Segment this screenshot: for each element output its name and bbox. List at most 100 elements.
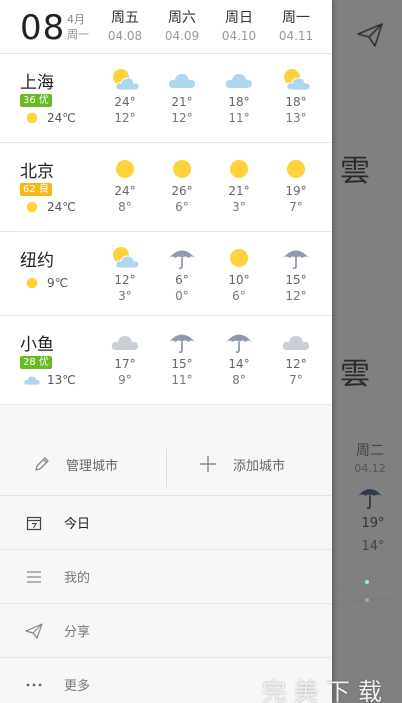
forecast-icon-wrap <box>167 68 197 92</box>
current-temp: 13℃ <box>47 373 76 387</box>
forecast-cell: 19° 7° <box>276 157 316 215</box>
forecast-day-header: 周一 04.11 <box>271 9 321 45</box>
cloud-icon <box>24 376 40 385</box>
forecast-cell: 15° 11° <box>162 330 202 388</box>
forecast-icon-wrap <box>167 330 197 354</box>
city-row[interactable]: 上海 36 优 24℃ 24° 12° 21° 12° 18° 11° 18° 13° <box>0 54 332 143</box>
forecast-high-temp: 26° <box>171 184 193 198</box>
current-temp: 24℃ <box>47 111 76 125</box>
forecast-cell: 24° 8° <box>105 157 145 215</box>
cloud-icon <box>225 74 252 88</box>
share-icon[interactable] <box>355 20 385 50</box>
forecast-high-temp: 19° <box>285 184 307 198</box>
forecast-icon-wrap <box>281 157 311 181</box>
forecast-low-temp: 3° <box>118 289 132 303</box>
city-name: 纽约 <box>20 251 54 271</box>
add-city-button[interactable]: 添加城市 <box>199 451 285 477</box>
calendar-icon <box>24 515 44 531</box>
forecast-icon-wrap <box>110 157 140 181</box>
current-temp: 9℃ <box>47 276 69 290</box>
aqi-badge: 62 良 <box>20 183 52 196</box>
umbrella-icon <box>283 250 309 270</box>
forecast-cell: 24° 12° <box>105 68 145 126</box>
menu-item-label: 分享 <box>64 625 91 640</box>
forecast-low-temp: 12° <box>171 111 193 125</box>
background-low-temp: 14° <box>361 539 385 554</box>
forecast-low-temp: 11° <box>228 111 250 125</box>
forecast-high-temp: 18° <box>285 95 307 109</box>
menu-lines-icon <box>24 570 44 584</box>
forecast-high-temp: 17° <box>114 357 136 371</box>
forecast-cell: 18° 11° <box>219 68 259 126</box>
forecast-low-temp: 11° <box>171 373 193 387</box>
forecast-weekday: 周一 <box>282 10 310 26</box>
partly-cloudy-icon <box>113 247 140 269</box>
city-row[interactable]: 北京 62 良 24℃ 24° 8° 26° 6° 21° 3° 19° 7° <box>0 143 332 232</box>
forecast-icon-wrap <box>281 68 311 92</box>
forecast-low-temp: 6° <box>175 200 189 214</box>
forecast-cell: 26° 6° <box>162 157 202 215</box>
forecast-icon-wrap <box>281 246 311 270</box>
forecast-low-temp: 9° <box>118 373 132 387</box>
menu-item-today[interactable]: 今日 <box>0 496 332 550</box>
sun-icon <box>287 160 305 178</box>
forecast-low-temp: 12° <box>114 111 136 125</box>
forecast-low-temp: 8° <box>232 373 246 387</box>
sun-icon <box>230 160 248 178</box>
sun-icon <box>173 160 191 178</box>
forecast-weekday: 周六 <box>168 10 196 26</box>
forecast-icon-wrap <box>110 246 140 270</box>
forecast-weekday: 周五 <box>111 10 139 26</box>
forecast-cell: 12° 7° <box>276 330 316 388</box>
pencil-icon <box>35 457 49 471</box>
forecast-date: 04.08 <box>107 29 143 43</box>
forecast-icon-wrap <box>224 157 254 181</box>
forecast-cell: 21° 12° <box>162 68 202 126</box>
sun-icon <box>230 249 248 267</box>
forecast-icon-wrap <box>224 246 254 270</box>
forecast-low-temp: 6° <box>232 289 246 303</box>
forecast-high-temp: 14° <box>228 357 250 371</box>
today-month: 4月 <box>67 13 85 26</box>
forecast-low-temp: 12° <box>285 289 307 303</box>
menu-item-label: 我的 <box>64 571 91 586</box>
menu-item-label: 更多 <box>64 679 91 694</box>
forecast-cell: 18° 13° <box>276 68 316 126</box>
forecast-icon-wrap <box>281 330 311 354</box>
forecast-low-temp: 7° <box>289 200 303 214</box>
forecast-icon-wrap <box>110 330 140 354</box>
city-actions-bar: 管理城市 添加城市 <box>0 433 332 496</box>
city-drawer: 08 4月 周一 周五 04.08 周六 04.09 周日 04.10 周一 0… <box>0 0 332 703</box>
forecast-cell: 15° 12° <box>276 246 316 304</box>
forecast-high-temp: 15° <box>285 273 307 287</box>
forecast-high-temp: 18° <box>228 95 250 109</box>
manage-cities-button[interactable]: 管理城市 <box>34 451 118 477</box>
partly-cloudy-icon <box>284 69 311 91</box>
forecast-low-temp: 8° <box>118 200 132 214</box>
forecast-date: 04.09 <box>164 29 200 43</box>
today-weekday: 周一 <box>67 28 89 41</box>
city-row[interactable]: 纽约 9℃ 12° 3° 6° 0° 10° 6° 15° 12° <box>0 232 332 316</box>
forecast-day-header: 周日 04.10 <box>214 9 264 45</box>
sun-icon <box>116 160 134 178</box>
forecast-weekday: 周日 <box>225 10 253 26</box>
menu-item-mine[interactable]: 我的 <box>0 550 332 604</box>
background-high-temp: 19° <box>361 516 385 531</box>
forecast-cell: 10° 6° <box>219 246 259 304</box>
sun-icon <box>26 277 38 289</box>
list-spacer <box>0 405 332 433</box>
watermark: 完美下载 <box>262 678 390 703</box>
menu-item-share[interactable]: 分享 <box>0 604 332 658</box>
forecast-high-temp: 12° <box>285 357 307 371</box>
sun-icon <box>26 112 38 124</box>
forecast-high-temp: 24° <box>114 184 136 198</box>
add-city-label: 添加城市 <box>233 458 286 474</box>
forecast-high-temp: 21° <box>171 95 193 109</box>
drawer-header: 08 4月 周一 周五 04.08 周六 04.09 周日 04.10 周一 0… <box>0 0 332 54</box>
forecast-low-temp: 0° <box>175 289 189 303</box>
forecast-low-temp: 7° <box>289 373 303 387</box>
manage-cities-label: 管理城市 <box>66 458 119 474</box>
city-row[interactable]: 小鱼 28 优 13℃ 17° 9° 15° 11° 14° 8° 12° 7° <box>0 316 332 405</box>
umbrella-icon <box>358 489 382 510</box>
forecast-date: 04.10 <box>221 29 257 43</box>
